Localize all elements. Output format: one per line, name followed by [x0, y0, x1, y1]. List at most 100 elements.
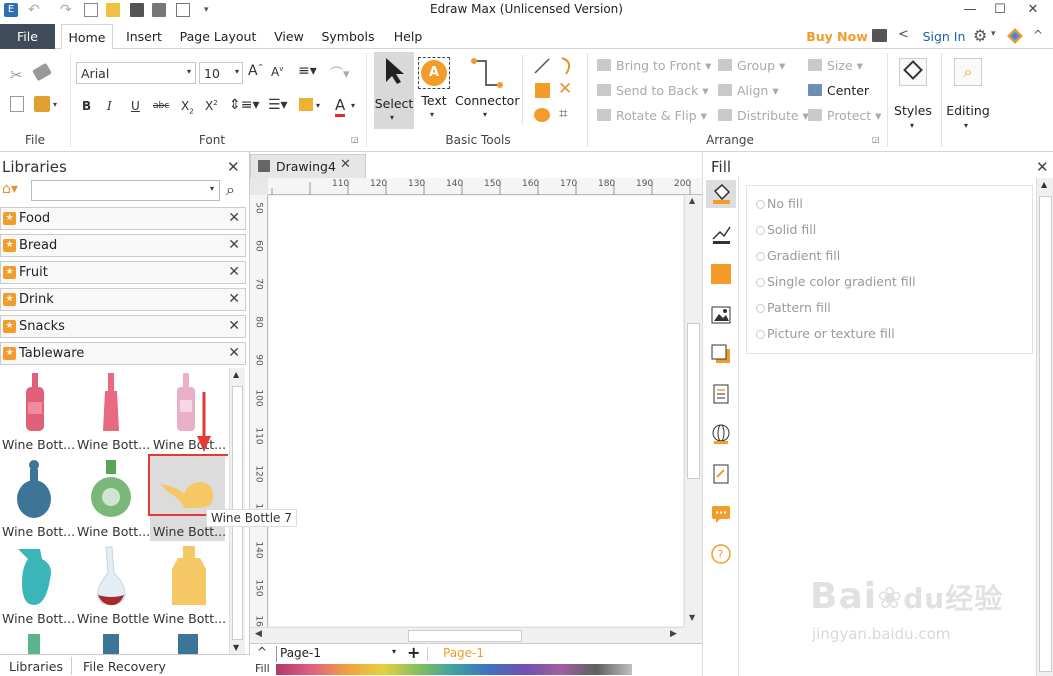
- gradient-fill-radio[interactable]: [756, 252, 765, 261]
- comment-icon[interactable]: [710, 503, 732, 525]
- strikethrough-icon[interactable]: abc: [153, 101, 169, 111]
- file-menu[interactable]: File: [0, 24, 55, 49]
- wine-bottle-shape[interactable]: [14, 545, 58, 607]
- line-tool-icon[interactable]: [533, 57, 551, 75]
- buy-now-link[interactable]: Buy Now: [806, 24, 868, 49]
- no-fill-radio[interactable]: [756, 200, 765, 209]
- search-icon[interactable]: ⌕: [954, 58, 982, 86]
- library-category-fruit[interactable]: ★ Fruit ✕: [0, 261, 246, 284]
- underline-icon[interactable]: U: [131, 99, 140, 113]
- scroll-thumb[interactable]: [408, 630, 522, 642]
- solid-fill-radio[interactable]: [756, 226, 765, 235]
- rotate-flip-button[interactable]: Rotate & Flip ▾: [597, 108, 707, 123]
- shrink-font-icon[interactable]: Av: [271, 65, 283, 79]
- close-fill-panel-icon[interactable]: ✕: [1036, 158, 1049, 176]
- wine-bottle-shape[interactable]: [22, 372, 48, 432]
- maximize-icon[interactable]: ☐: [985, 0, 1015, 22]
- edraw-brand-icon[interactable]: [1006, 27, 1024, 45]
- styles-label[interactable]: Styles: [889, 103, 937, 118]
- close-category-icon[interactable]: ✕: [228, 318, 240, 334]
- scroll-thumb[interactable]: [1039, 196, 1052, 672]
- page-select[interactable]: Page-1 ▾: [276, 646, 396, 662]
- close-category-icon[interactable]: ✕: [228, 345, 240, 361]
- scroll-left-icon[interactable]: ◀: [255, 629, 262, 639]
- tab-view[interactable]: View: [268, 24, 310, 49]
- close-category-icon[interactable]: ✕: [228, 210, 240, 226]
- scroll-up-icon[interactable]: ▲: [689, 196, 695, 205]
- grow-font-icon[interactable]: A^: [248, 63, 263, 79]
- protect-button[interactable]: Protect ▾: [808, 108, 881, 123]
- dialog-launcher-icon[interactable]: ◲: [872, 135, 880, 144]
- styles-icon[interactable]: [899, 58, 927, 86]
- font-size-select[interactable]: 10 ▾: [199, 62, 243, 84]
- wine-bottle-shape[interactable]: [28, 634, 40, 655]
- font-family-select[interactable]: Arial ▾: [76, 62, 196, 84]
- minimize-icon[interactable]: —: [955, 0, 985, 22]
- wine-bottle-shape[interactable]: [14, 459, 54, 519]
- tab-home[interactable]: Home: [61, 24, 113, 50]
- italic-icon[interactable]: I: [107, 99, 112, 113]
- tab-help[interactable]: Help: [388, 24, 428, 49]
- document-properties-icon[interactable]: [710, 383, 732, 405]
- sign-in-link[interactable]: Sign In: [919, 24, 969, 49]
- solid-fill-option[interactable]: Solid fill: [767, 222, 816, 237]
- superscript-icon[interactable]: X2: [205, 99, 218, 113]
- settings-dropdown-icon[interactable]: ▾: [991, 29, 996, 39]
- select-tool-button[interactable]: Select ▾: [374, 52, 414, 129]
- subscript-icon[interactable]: X2: [181, 99, 194, 115]
- copy-icon[interactable]: [10, 96, 24, 112]
- text-direction-icon[interactable]: ⌒▾: [330, 63, 350, 82]
- distribute-button[interactable]: Distribute ▾: [718, 108, 809, 123]
- editing-label[interactable]: Editing: [943, 103, 993, 118]
- ellipse-tool-icon[interactable]: [534, 108, 550, 122]
- text-highlight-icon[interactable]: [299, 98, 313, 111]
- picture-fill-option[interactable]: Picture or texture fill: [767, 326, 895, 341]
- scroll-down-icon[interactable]: ▼: [233, 643, 239, 652]
- highlight-dropdown-icon[interactable]: ▾: [316, 101, 320, 110]
- scroll-right-icon[interactable]: ▶: [670, 629, 677, 639]
- font-color-icon[interactable]: A: [335, 96, 346, 117]
- connector-label[interactable]: Connector: [455, 93, 519, 108]
- bring-to-front-button[interactable]: Bring to Front ▾: [597, 58, 711, 73]
- close-document-icon[interactable]: ✕: [340, 157, 351, 172]
- rectangle-tool-icon[interactable]: [535, 83, 550, 98]
- scroll-thumb[interactable]: [687, 323, 700, 479]
- line-style-icon[interactable]: [710, 223, 732, 245]
- close-category-icon[interactable]: ✕: [228, 237, 240, 253]
- shadow-fill-icon[interactable]: [711, 264, 731, 284]
- wine-bottle-shape[interactable]: [89, 459, 133, 519]
- connector-icon[interactable]: [468, 55, 504, 91]
- paste-icon[interactable]: [34, 96, 50, 112]
- library-category-snacks[interactable]: ★ Snacks ✕: [0, 315, 246, 338]
- wine-bottle-shape[interactable]: [92, 545, 132, 607]
- align-text-icon[interactable]: ≡▾: [298, 63, 317, 79]
- bold-icon[interactable]: B: [82, 99, 91, 113]
- wine-bottle-shape[interactable]: [98, 372, 124, 432]
- shadow-icon[interactable]: [710, 343, 732, 365]
- share-icon[interactable]: <: [898, 27, 909, 42]
- picture-fill-radio[interactable]: [756, 330, 765, 339]
- single-color-gradient-radio[interactable]: [756, 278, 765, 287]
- dialog-launcher-icon[interactable]: ◲: [351, 135, 359, 144]
- library-category-tableware[interactable]: ★ Tableware ✕: [0, 342, 246, 365]
- arc-tool-icon[interactable]: [558, 56, 576, 76]
- library-category-bread[interactable]: ★ Bread ✕: [0, 234, 246, 257]
- group-button[interactable]: Group ▾: [718, 58, 785, 73]
- export-share-icon[interactable]: [872, 29, 887, 42]
- settings-gear-icon[interactable]: ⚙: [973, 26, 987, 45]
- library-category-drink[interactable]: ★ Drink ✕: [0, 288, 246, 311]
- library-home-icon[interactable]: ⌂▾: [2, 181, 28, 199]
- pattern-fill-option[interactable]: Pattern fill: [767, 300, 831, 315]
- hyperlink-globe-icon[interactable]: [710, 423, 732, 445]
- scroll-up-icon[interactable]: ▲: [1041, 180, 1047, 189]
- page-bar-collapse-icon[interactable]: ^: [257, 645, 267, 659]
- font-color-dropdown-icon[interactable]: ▾: [351, 101, 355, 110]
- close-window-icon[interactable]: ✕: [1018, 0, 1048, 22]
- close-libraries-icon[interactable]: ✕: [227, 158, 240, 176]
- paste-dropdown-icon[interactable]: ▾: [53, 100, 57, 109]
- line-spacing-icon[interactable]: ⇕≡▾: [229, 97, 260, 113]
- cut-icon[interactable]: ✂: [10, 66, 23, 84]
- wine-bottle-shape[interactable]: [103, 634, 119, 655]
- center-button[interactable]: Center: [808, 83, 869, 98]
- close-category-icon[interactable]: ✕: [228, 291, 240, 307]
